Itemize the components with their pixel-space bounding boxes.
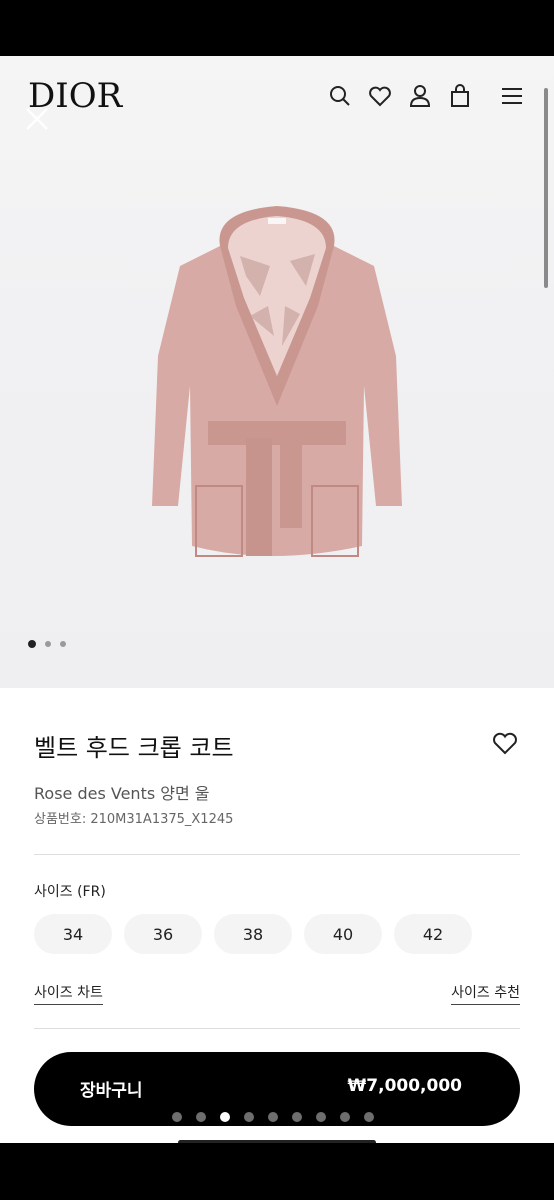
- size-label: 사이즈 (FR): [34, 884, 106, 900]
- bottom-bar: [0, 1143, 554, 1200]
- size-chart-link[interactable]: 사이즈 차트: [34, 982, 103, 1005]
- page-dot: [172, 1112, 182, 1122]
- divider: [34, 1028, 520, 1029]
- size-option[interactable]: 34: [34, 914, 112, 954]
- site-header: DIOR: [0, 56, 554, 142]
- size-option[interactable]: 40: [304, 914, 382, 954]
- gallery-dot[interactable]: [45, 641, 51, 647]
- page-dot: [364, 1112, 374, 1122]
- product-gallery[interactable]: DIOR: [0, 56, 554, 688]
- scrollbar[interactable]: [544, 88, 548, 288]
- size-option[interactable]: 42: [394, 914, 472, 954]
- page-dot: [292, 1112, 302, 1122]
- search-icon[interactable]: [326, 82, 354, 110]
- page-dot: [244, 1112, 254, 1122]
- page-dot: [268, 1112, 278, 1122]
- page-dot: [220, 1112, 230, 1122]
- cart-label: 장바구니: [80, 1081, 143, 1101]
- app-screen: DIOR 벨트 후드 크롭 코트 Rose des Vents 양면 울 상품번…: [0, 56, 554, 1143]
- product-sku: 상품번호: 210M31A1375_X1245: [34, 812, 234, 827]
- gallery-dot[interactable]: [28, 640, 36, 648]
- close-icon[interactable]: [22, 104, 52, 134]
- heart-icon[interactable]: [366, 82, 394, 110]
- size-options: 34 36 38 40 42: [34, 914, 472, 954]
- page-indicator: [172, 1112, 374, 1122]
- wishlist-heart-icon[interactable]: [490, 728, 520, 758]
- status-bar: [0, 0, 554, 56]
- bag-icon[interactable]: [446, 82, 474, 110]
- page-dot: [196, 1112, 206, 1122]
- menu-icon[interactable]: [498, 82, 526, 110]
- cart-price: ₩7,000,000: [347, 1076, 462, 1096]
- product-title: 벨트 후드 크롭 코트: [34, 734, 234, 762]
- product-image: [152, 206, 402, 557]
- size-option[interactable]: 36: [124, 914, 202, 954]
- gallery-indicator: [28, 640, 66, 648]
- gallery-dot[interactable]: [60, 641, 66, 647]
- size-recommend-link[interactable]: 사이즈 추천: [451, 982, 520, 1005]
- size-option[interactable]: 38: [214, 914, 292, 954]
- page-dot: [316, 1112, 326, 1122]
- divider: [34, 854, 520, 855]
- product-subtitle: Rose des Vents 양면 울: [34, 784, 210, 803]
- page-dot: [340, 1112, 350, 1122]
- account-icon[interactable]: [406, 82, 434, 110]
